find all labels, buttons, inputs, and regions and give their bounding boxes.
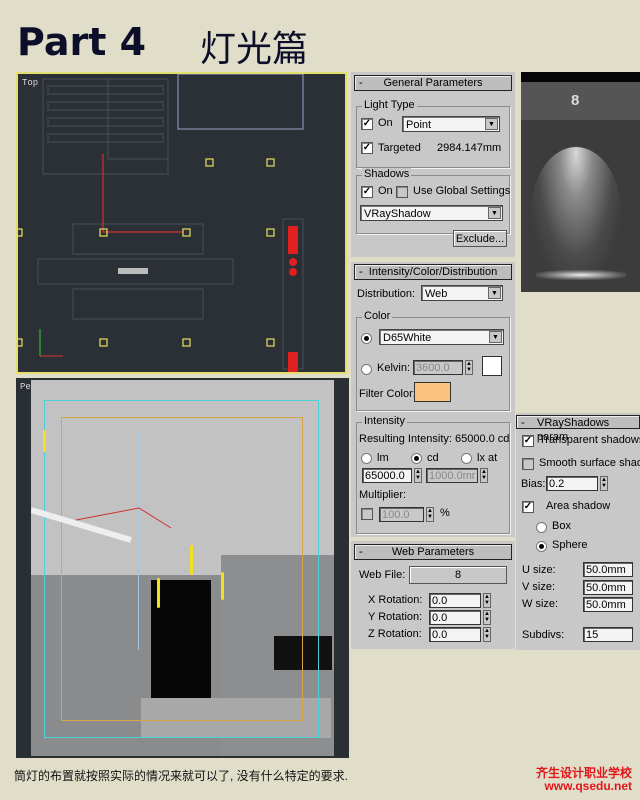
- exclude-button[interactable]: Exclude...: [453, 230, 507, 247]
- intensity-spinner[interactable]: ▲ ▼: [414, 468, 422, 483]
- bias-field[interactable]: 0.2: [546, 476, 598, 491]
- kelvin-field[interactable]: 3600.0: [413, 360, 463, 375]
- x-rotation-field[interactable]: 0.0: [429, 593, 481, 608]
- lx-distance-spinner[interactable]: ▲ ▼: [480, 468, 488, 483]
- multiplier-field[interactable]: 100.0: [379, 507, 424, 522]
- resulting-intensity: Resulting Intensity: 65000.0 cd: [359, 433, 510, 445]
- multiplier-checkbox[interactable]: [361, 508, 373, 520]
- multiplier-spinner[interactable]: ▲ ▼: [426, 507, 434, 522]
- light-type-group: Light Type ✓ On Point ▼ ✓ Targeted 2984.…: [356, 99, 510, 168]
- web-parameters-rollout: - Web Parameters Web File: 8 X Rotation:…: [351, 541, 515, 649]
- x-rotation-spinner[interactable]: ▲ ▼: [483, 593, 491, 608]
- general-parameters-rollout: - General Parameters Light Type ✓ On Poi…: [351, 72, 515, 257]
- color-group: Color D65White ▼ Kelvin: 3600.0 ▲ ▼ Filte…: [356, 310, 510, 411]
- y-rotation-spinner[interactable]: ▲ ▼: [483, 610, 491, 625]
- light-target-lines: [31, 507, 172, 543]
- chevron-down-icon: ▼: [485, 118, 498, 130]
- light-on-checkbox[interactable]: ✓: [361, 118, 373, 130]
- target-line: [102, 154, 183, 233]
- chevron-down-icon: ▼: [488, 207, 501, 219]
- transparent-shadows-checkbox[interactable]: ✓: [522, 435, 534, 447]
- box-radio[interactable]: [536, 522, 547, 533]
- z-rotation-spinner[interactable]: ▲ ▼: [483, 627, 491, 642]
- color-preset-radio[interactable]: [361, 333, 372, 344]
- top-view-drawing: [18, 74, 304, 372]
- general-parameters-header[interactable]: - General Parameters: [354, 75, 512, 91]
- area-shadow-checkbox[interactable]: ✓: [522, 501, 534, 513]
- chevron-down-icon: ▼: [488, 287, 501, 299]
- page-subtitle: 灯光篇: [200, 29, 309, 70]
- page-title: Part 4: [17, 20, 147, 64]
- chevron-down-icon: ▼: [489, 331, 502, 343]
- v-size-field[interactable]: 50.0mm: [583, 580, 633, 595]
- vrayshadows-rollout: - VRayShadows param ✓ Transparent shadow…: [516, 413, 640, 650]
- w-size-field[interactable]: 50.0mm: [583, 597, 633, 612]
- kelvin-color-swatch[interactable]: [482, 356, 502, 376]
- table-shape: [118, 268, 148, 274]
- targeted-checkbox[interactable]: ✓: [361, 142, 373, 154]
- use-global-settings-checkbox[interactable]: [396, 186, 408, 198]
- light-markers: [18, 158, 275, 347]
- unit-cd-radio[interactable]: [411, 453, 422, 464]
- target-distance: 2984.147mm: [437, 142, 502, 154]
- filter-color-swatch[interactable]: [414, 382, 451, 402]
- intensity-group: Intensity Resulting Intensity: 65000.0 c…: [356, 415, 510, 534]
- render-scene: [31, 380, 334, 756]
- brand-url[interactable]: www.qsedu.net: [544, 779, 632, 793]
- light-type-dropdown[interactable]: Point ▼: [402, 116, 500, 132]
- viewport-label-perspective[interactable]: Pe: [20, 382, 31, 392]
- color-preset-dropdown[interactable]: D65White ▼: [379, 329, 504, 345]
- shadows-on-checkbox[interactable]: ✓: [361, 186, 373, 198]
- lx-distance-field[interactable]: 1000.0mr: [426, 468, 478, 483]
- smooth-surface-checkbox[interactable]: [522, 458, 534, 470]
- perspective-viewport[interactable]: Pe: [16, 378, 349, 758]
- shadows-group: Shadows ✓ On Use Global Settings VRaySha…: [356, 168, 510, 234]
- vrayshadows-header[interactable]: - VRayShadows param: [516, 415, 640, 443]
- y-rotation-field[interactable]: 0.0: [429, 610, 481, 625]
- web-file-number: 8: [571, 92, 580, 109]
- light-cone: [531, 147, 621, 277]
- intensity-value-field[interactable]: 65000.0: [362, 468, 412, 483]
- intensity-color-distribution-rollout: - Intensity/Color/Distribution Distribut…: [351, 262, 515, 537]
- unit-lx-radio[interactable]: [461, 453, 472, 464]
- shadow-type-dropdown[interactable]: VRayShadow ▼: [360, 205, 503, 221]
- distribution-dropdown[interactable]: Web ▼: [421, 285, 503, 301]
- kelvin-radio[interactable]: [361, 364, 372, 375]
- kelvin-spinner[interactable]: ▲ ▼: [465, 360, 473, 375]
- u-size-field[interactable]: 50.0mm: [583, 562, 633, 577]
- bias-spinner[interactable]: ▲ ▼: [600, 476, 608, 491]
- sphere-radio[interactable]: [536, 541, 547, 552]
- top-viewport[interactable]: Top: [16, 72, 347, 374]
- subdivs-field[interactable]: 15: [583, 627, 633, 642]
- z-rotation-field[interactable]: 0.0: [429, 627, 481, 642]
- web-parameters-header[interactable]: - Web Parameters: [354, 544, 512, 560]
- web-file-button[interactable]: 8: [409, 566, 507, 584]
- ies-light-preview: 8: [521, 72, 640, 292]
- intensity-color-distribution-header[interactable]: - Intensity/Color/Distribution: [354, 264, 512, 280]
- caption: 筒灯的布置就按照实际的情况来就可以了, 没有什么特定的要求.: [14, 769, 349, 783]
- unit-lm-radio[interactable]: [361, 453, 372, 464]
